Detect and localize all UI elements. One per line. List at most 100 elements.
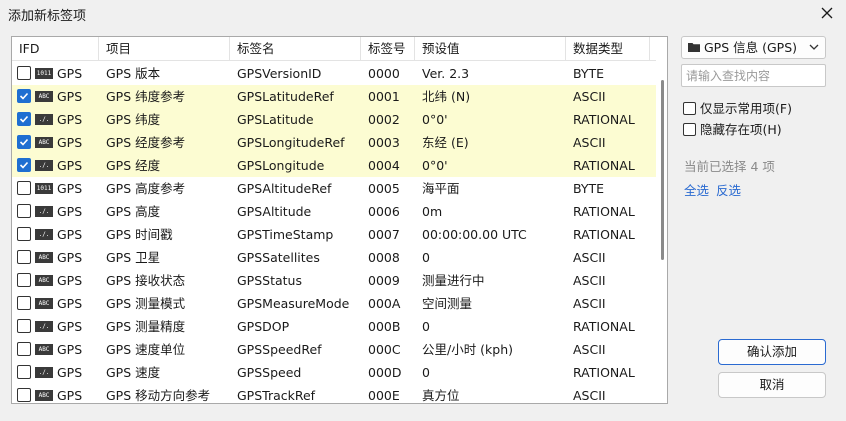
cell-tag-number: 0005 [368, 181, 400, 196]
cell-data-type: RATIONAL [573, 365, 635, 380]
table-header: IFD 项目 标签名 标签号 预设值 数据类型 [12, 37, 656, 61]
table-row[interactable]: ABC GPS GPS 测量模式 GPSMeasureMode 000A 空间测量 ASCI… [12, 292, 656, 315]
cell-tag-name: GPSSpeed [237, 365, 302, 380]
cell-tag-number: 0007 [368, 227, 400, 242]
cell-data-type: ASCII [573, 388, 606, 403]
table-row[interactable]: ABC GPS GPS 移动方向参考 GPSTrackRef 000E 真方位 ASCII [12, 384, 656, 403]
cell-item: GPS 经度 [106, 158, 161, 173]
table-row[interactable]: 1011 GPS GPS 高度参考 GPSAltitudeRef 0005 海平面 BYTE [12, 177, 656, 200]
table-row[interactable]: ./. GPS GPS 速度 GPSSpeed 000D 0 RATIONAL [12, 361, 656, 384]
cell-item: GPS 移动方向参考 [106, 388, 211, 403]
column-header-item[interactable]: 项目 [99, 37, 230, 61]
cell-data-type: ASCII [573, 273, 606, 288]
show-common-only-box[interactable] [683, 102, 696, 115]
table-row[interactable]: ./. GPS GPS 测量精度 GPSDOP 000B 0 RATIONAL [12, 315, 656, 338]
select-all-link[interactable]: 全选 [684, 180, 709, 199]
show-common-only-label: 仅显示常用项(F) [700, 101, 792, 116]
data-type-icon: ABC [35, 275, 53, 286]
data-type-icon: ./. [35, 321, 53, 332]
cell-ifd: GPS [57, 112, 83, 127]
cell-ifd: GPS [57, 227, 83, 242]
cell-tag-name: GPSMeasureMode [237, 296, 350, 311]
cell-default-value: 真方位 [422, 388, 460, 403]
confirm-add-button[interactable]: 确认添加 [718, 339, 826, 365]
row-checkbox[interactable] [17, 296, 31, 310]
table-row[interactable]: ABC GPS GPS 接收状态 GPSStatus 0009 测量进行中 ASCII [12, 269, 656, 292]
hide-existing-box[interactable] [683, 123, 696, 136]
table-row[interactable]: ./. GPS GPS 纬度 GPSLatitude 0002 0°0' RATIONAL [12, 108, 656, 131]
table-row[interactable]: ./. GPS GPS 时间戳 GPSTimeStamp 0007 00:00:00.00… [12, 223, 656, 246]
cell-ifd: GPS [57, 250, 83, 265]
cell-tag-name: GPSVersionID [237, 66, 322, 81]
cell-tag-number: 000A [368, 296, 401, 311]
cell-tag-name: GPSAltitudeRef [237, 181, 332, 196]
cell-default-value: 0 [422, 365, 430, 380]
cell-tag-number: 0006 [368, 204, 400, 219]
cell-ifd: GPS [57, 388, 83, 403]
data-type-icon: ./. [35, 160, 53, 171]
cell-tag-name: GPSSpeedRef [237, 342, 322, 357]
cell-item: GPS 纬度 [106, 112, 161, 127]
cell-data-type: RATIONAL [573, 227, 635, 242]
cell-ifd: GPS [57, 273, 83, 288]
cell-item: GPS 测量模式 [106, 296, 186, 311]
cell-default-value: 0 [422, 319, 430, 334]
search-input[interactable] [681, 64, 826, 87]
cell-ifd: GPS [57, 204, 83, 219]
cell-tag-name: GPSLatitudeRef [237, 89, 334, 104]
cell-data-type: RATIONAL [573, 158, 635, 173]
row-checkbox[interactable] [17, 250, 31, 264]
cancel-button[interactable]: 取消 [718, 372, 826, 398]
cell-ifd: GPS [57, 319, 83, 334]
cell-item: GPS 高度 [106, 204, 161, 219]
cell-data-type: RATIONAL [573, 319, 635, 334]
cell-item: GPS 速度 [106, 365, 161, 380]
table-row[interactable]: 1011 GPS GPS 版本 GPSVersionID 0000 Ver. 2.3 BYT… [12, 62, 656, 85]
cell-default-value: 00:00:00.00 UTC [422, 227, 527, 242]
column-header-default-value[interactable]: 预设值 [415, 37, 566, 61]
row-checkbox[interactable] [17, 342, 31, 356]
cell-tag-name: GPSStatus [237, 273, 302, 288]
row-checkbox[interactable] [17, 158, 31, 172]
cell-tag-number: 0004 [368, 158, 400, 173]
table-row[interactable]: ./. GPS GPS 高度 GPSAltitude 0006 0m RATIONAL [12, 200, 656, 223]
table-row[interactable]: ABC GPS GPS 经度参考 GPSLongitudeRef 0003 东经 (E) A… [12, 131, 656, 154]
table-row[interactable]: ABC GPS GPS 速度单位 GPSSpeedRef 000C 公里/小时 (kph)… [12, 338, 656, 361]
cell-default-value: 空间测量 [422, 296, 473, 311]
cell-tag-name: GPSSatellites [237, 250, 320, 265]
vertical-scrollbar[interactable] [657, 62, 667, 403]
row-checkbox[interactable] [17, 388, 31, 402]
column-header-ifd[interactable]: IFD [12, 37, 99, 61]
column-header-tag-number[interactable]: 标签号 [361, 37, 415, 61]
scrollbar-thumb[interactable] [661, 80, 664, 260]
row-checkbox[interactable] [17, 112, 31, 126]
row-checkbox[interactable] [17, 227, 31, 241]
cell-data-type: RATIONAL [573, 112, 635, 127]
invert-selection-link[interactable]: 反选 [716, 180, 741, 199]
hide-existing-label: 隐藏存在项(H) [700, 122, 782, 137]
cell-tag-number: 0002 [368, 112, 400, 127]
table-row[interactable]: ABC GPS GPS 纬度参考 GPSLatitudeRef 0001 北纬 (N) AS… [12, 85, 656, 108]
row-checkbox[interactable] [17, 89, 31, 103]
row-checkbox[interactable] [17, 181, 31, 195]
cell-tag-number: 0000 [368, 66, 400, 81]
row-checkbox[interactable] [17, 273, 31, 287]
row-checkbox[interactable] [17, 319, 31, 333]
table-row[interactable]: ABC GPS GPS 卫星 GPSSatellites 0008 0 ASCII [12, 246, 656, 269]
cell-item: GPS 卫星 [106, 250, 161, 265]
cell-tag-name: GPSTimeStamp [237, 227, 334, 242]
row-checkbox[interactable] [17, 66, 31, 80]
row-checkbox[interactable] [17, 365, 31, 379]
data-type-icon: 1011 [35, 68, 53, 79]
row-checkbox[interactable] [17, 204, 31, 218]
cell-tag-name: GPSDOP [237, 319, 290, 334]
table-row[interactable]: ./. GPS GPS 经度 GPSLongitude 0004 0°0' RATIONAL [12, 154, 656, 177]
group-select[interactable]: GPS 信息 (GPS) [681, 36, 826, 59]
cell-item: GPS 接收状态 [106, 273, 186, 288]
row-checkbox[interactable] [17, 135, 31, 149]
column-header-data-type[interactable]: 数据类型 [566, 37, 650, 61]
data-type-icon: ABC [35, 137, 53, 148]
close-button[interactable] [816, 3, 838, 23]
cell-ifd: GPS [57, 135, 83, 150]
column-header-tag-name[interactable]: 标签名 [230, 37, 361, 61]
